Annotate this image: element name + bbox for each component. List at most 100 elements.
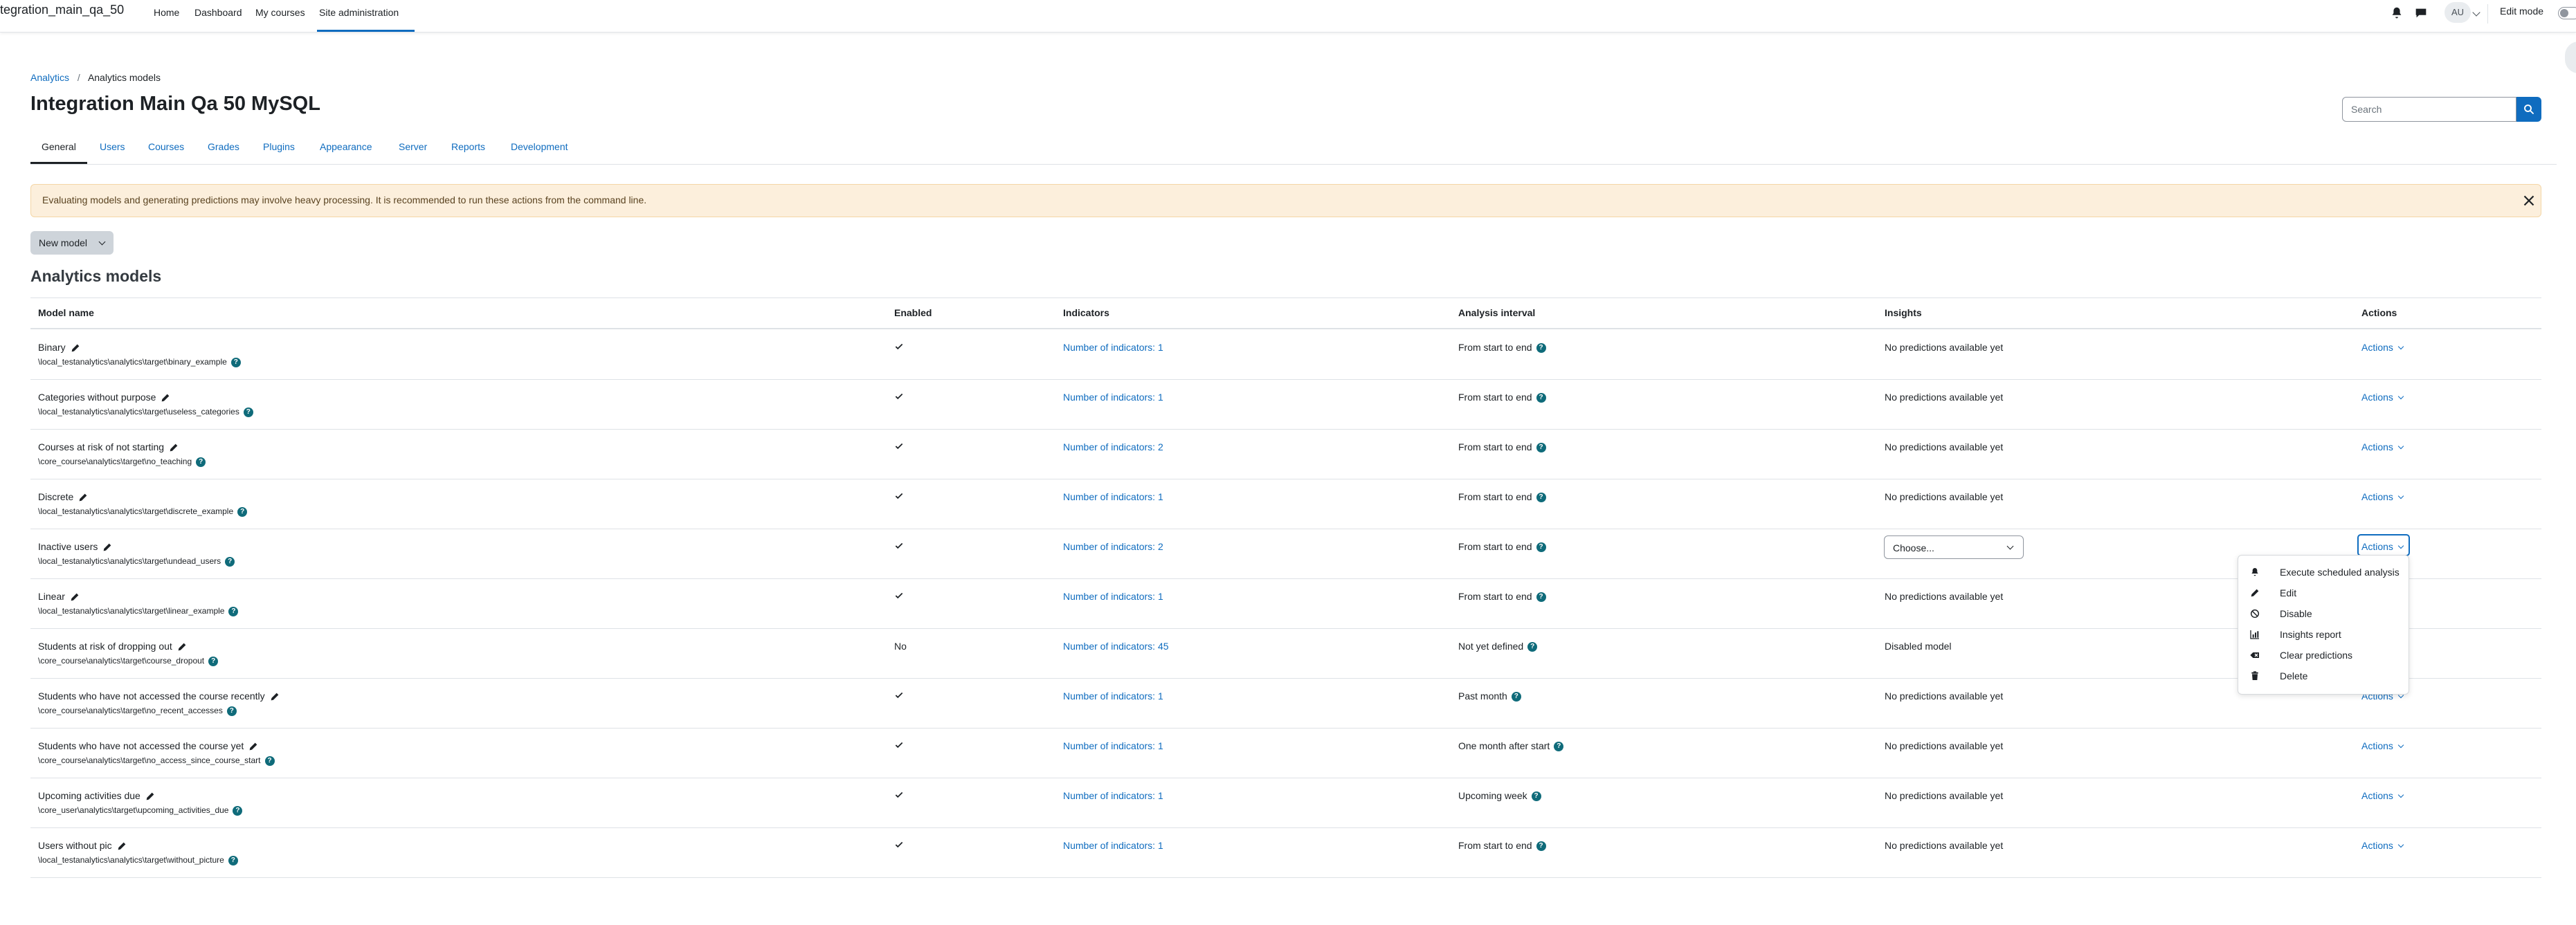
pencil-icon[interactable] [70, 342, 81, 354]
help-icon[interactable]: ? [225, 556, 235, 567]
actions-dropdown[interactable]: Actions [2361, 541, 2404, 552]
close-icon[interactable] [2520, 192, 2538, 210]
help-icon[interactable]: ? [196, 457, 206, 467]
user-menu-chevron-icon[interactable] [2472, 8, 2480, 17]
tab-development[interactable]: Development [511, 141, 568, 152]
header-indicators: Indicators [1063, 307, 1109, 318]
indicators-link[interactable]: Number of indicators: 1 [1063, 740, 1163, 751]
pencil-icon[interactable] [145, 791, 156, 802]
nav-home[interactable]: Home [154, 7, 179, 18]
help-icon[interactable]: ? [1536, 343, 1546, 354]
site-name[interactable]: tegration_main_qa_50 [0, 3, 124, 17]
tab-plugins[interactable]: Plugins [263, 141, 295, 152]
actions-dropdown[interactable]: Actions [2361, 342, 2404, 353]
help-icon[interactable]: ? [1527, 642, 1538, 652]
messages-icon[interactable] [2413, 6, 2429, 21]
help-icon[interactable]: ? [1554, 742, 1564, 752]
actions-dropdown[interactable]: Actions [2361, 441, 2404, 452]
pencil-icon[interactable] [116, 841, 127, 852]
indicators-link[interactable]: Number of indicators: 1 [1063, 790, 1163, 801]
tab-appearance[interactable]: Appearance [320, 141, 372, 152]
indicators-link[interactable]: Number of indicators: 2 [1063, 441, 1163, 452]
indicators-link[interactable]: Number of indicators: 1 [1063, 690, 1163, 702]
indicators-link[interactable]: Number of indicators: 45 [1063, 641, 1169, 652]
insights-status: Disabled model [1885, 641, 1952, 652]
analysis-interval: From start to end? [1458, 491, 1546, 503]
tab-courses[interactable]: Courses [148, 141, 184, 152]
pencil-icon[interactable] [160, 392, 171, 403]
help-icon[interactable]: ? [1536, 542, 1546, 553]
new-model-button[interactable]: New model [30, 231, 114, 255]
search-input[interactable] [2342, 97, 2516, 122]
help-icon[interactable]: ? [1536, 443, 1546, 453]
model-target-text: \core_course\analytics\target\no_teachin… [38, 457, 192, 466]
tab-general[interactable]: General [42, 141, 76, 152]
help-icon[interactable]: ? [1536, 393, 1546, 403]
chevron-down-icon [2397, 443, 2404, 450]
edit-mode-toggle[interactable] [2558, 7, 2576, 19]
analysis-interval-text: From start to end [1458, 491, 1532, 502]
actions-dropdown[interactable]: Actions [2361, 840, 2404, 851]
pencil-icon[interactable] [102, 542, 113, 553]
actions-dropdown[interactable]: Actions [2361, 740, 2404, 751]
tab-reports[interactable]: Reports [451, 141, 485, 152]
breadcrumb-separator: / [77, 72, 80, 83]
pencil-icon[interactable] [168, 442, 179, 453]
tab-users[interactable]: Users [100, 141, 125, 152]
help-icon[interactable]: ? [1511, 692, 1521, 702]
pencil-icon[interactable] [78, 492, 89, 503]
indicators-link[interactable]: Number of indicators: 1 [1063, 840, 1163, 851]
help-icon[interactable]: ? [264, 755, 275, 766]
tab-server[interactable]: Server [399, 141, 427, 152]
menu-item-label: Edit [2280, 587, 2297, 598]
model-target: \core_course\analytics\target\no_recent_… [38, 706, 237, 716]
indicators-link[interactable]: Number of indicators: 1 [1063, 491, 1163, 502]
menu-item-delete[interactable]: Delete [2249, 668, 2402, 686]
help-icon[interactable]: ? [228, 855, 238, 866]
menu-item-execute-analysis[interactable]: Execute scheduled analysis [2249, 564, 2402, 582]
help-icon[interactable]: ? [226, 706, 237, 716]
menu-item-label: Delete [2280, 670, 2308, 681]
pencil-icon[interactable] [69, 592, 80, 603]
drawer-toggle[interactable] [2565, 42, 2576, 73]
help-icon[interactable]: ? [237, 506, 248, 517]
help-icon[interactable]: ? [1536, 592, 1546, 603]
indicators-link[interactable]: Number of indicators: 1 [1063, 342, 1163, 353]
menu-item-disable[interactable]: Disable [2249, 605, 2402, 623]
nav-dashboard[interactable]: Dashboard [194, 7, 242, 18]
model-name-text: Linear [38, 591, 65, 602]
help-icon[interactable]: ? [228, 606, 239, 616]
help-icon[interactable]: ? [1536, 841, 1546, 852]
pencil-icon[interactable] [269, 691, 280, 702]
search-button[interactable] [2516, 97, 2541, 122]
breadcrumb-analytics[interactable]: Analytics [30, 72, 69, 83]
avatar[interactable]: AU [2445, 2, 2471, 23]
indicators-link[interactable]: Number of indicators: 1 [1063, 591, 1163, 602]
nav-my-courses[interactable]: My courses [255, 7, 305, 18]
actions-dropdown[interactable]: Actions [2361, 491, 2404, 502]
menu-item-clear-predictions[interactable]: Clear predictions [2249, 647, 2402, 665]
help-icon[interactable]: ? [208, 656, 219, 666]
model-name-text: Students at risk of dropping out [38, 641, 172, 652]
menu-item-edit[interactable]: Edit [2249, 585, 2402, 603]
bell-icon[interactable] [2389, 6, 2404, 21]
help-icon[interactable]: ? [243, 407, 253, 417]
pencil-icon[interactable] [248, 741, 259, 752]
help-icon[interactable]: ? [1536, 493, 1546, 503]
actions-dropdown[interactable]: Actions [2361, 790, 2404, 801]
model-target-text: \local_testanalytics\analytics\target\us… [38, 407, 239, 416]
indicators-link[interactable]: Number of indicators: 2 [1063, 541, 1163, 552]
insights-select[interactable]: Choose... [1884, 535, 2024, 559]
help-icon[interactable]: ? [233, 805, 243, 816]
help-icon[interactable]: ? [1531, 791, 1541, 802]
tab-grades[interactable]: Grades [208, 141, 239, 152]
table-row: Inactive users \local_testanalytics\analy… [30, 529, 2541, 579]
actions-dropdown[interactable]: Actions [2361, 392, 2404, 403]
pencil-icon[interactable] [176, 641, 188, 652]
help-icon[interactable]: ? [230, 357, 241, 367]
indicators-link[interactable]: Number of indicators: 1 [1063, 392, 1163, 403]
model-name: Linear [38, 591, 80, 603]
menu-item-insights-report[interactable]: Insights report [2249, 626, 2402, 644]
model-target-text: \core_course\analytics\target\no_access_… [38, 755, 261, 765]
nav-site-administration[interactable]: Site administration [319, 7, 399, 18]
